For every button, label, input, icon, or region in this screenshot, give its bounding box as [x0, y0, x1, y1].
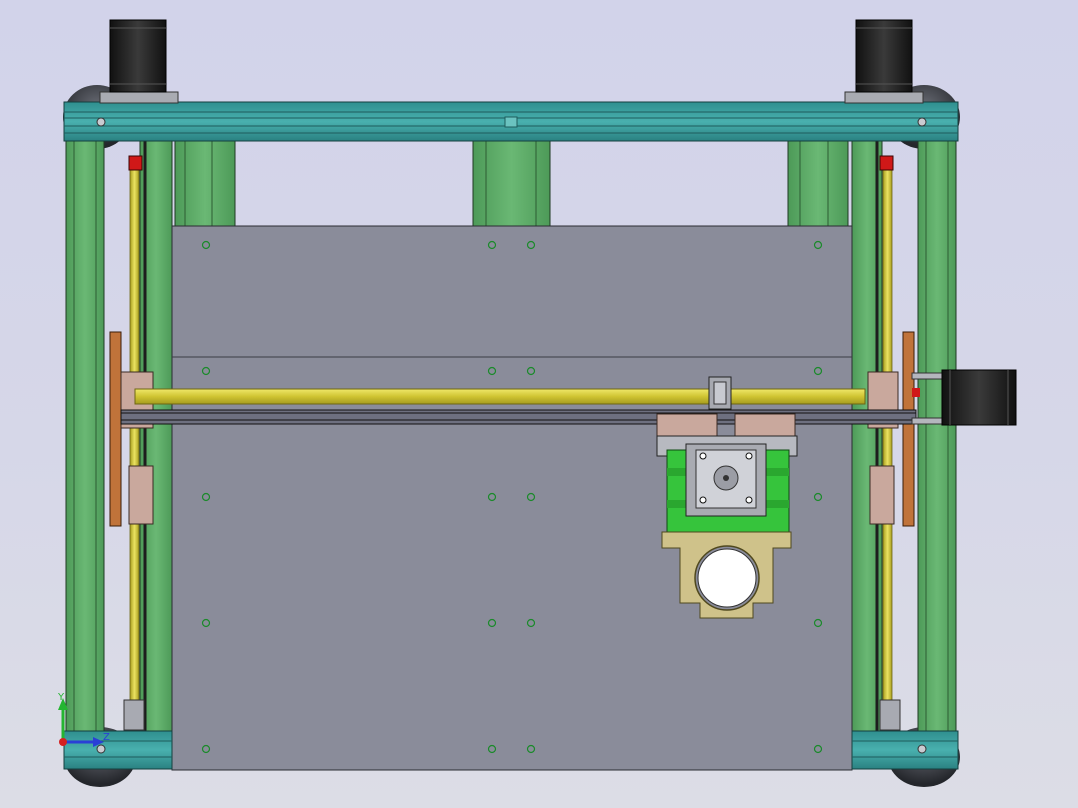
x-threaded-rod [134, 388, 866, 405]
gantry-plate-left [109, 331, 122, 527]
stepper-motor-x [941, 369, 1017, 426]
carriage-right-lower [869, 465, 895, 525]
gantry-plate-right [902, 331, 915, 527]
post-left-outer [65, 139, 105, 741]
top-frame [63, 101, 959, 142]
coupler-bottom-right [879, 699, 901, 731]
carriage-bearing-right [734, 413, 796, 437]
stepper-motor-top-right [855, 19, 913, 93]
cad-viewport[interactable]: Y Z [0, 0, 1078, 808]
post-upper-left [174, 139, 236, 229]
z-axis-dot [59, 738, 67, 746]
printer-assembly-model[interactable]: Y Z [0, 0, 1078, 808]
motor-mount-right [844, 91, 924, 104]
bottom-frame-left [63, 730, 173, 770]
z-rod-left [129, 164, 140, 706]
x-rail-shaft [120, 409, 917, 425]
end-stop-right [879, 155, 894, 171]
post-upper-right [787, 139, 849, 229]
coupler-bottom-left [123, 699, 145, 731]
z-stepper-motors [99, 19, 924, 104]
x-axis-label: Z [103, 732, 110, 743]
post-right-outer [917, 139, 957, 741]
post-upper-center [472, 139, 551, 229]
motor-mount-left [99, 91, 179, 104]
stepper-motor-top-left [109, 19, 167, 93]
bottom-frame-right [851, 730, 959, 770]
carriage-bearing-left [656, 413, 718, 437]
end-stop-left [128, 155, 143, 171]
y-axis-label: Y [57, 692, 65, 703]
z-rod-right [882, 164, 893, 706]
carriage-left-lower [128, 465, 154, 525]
